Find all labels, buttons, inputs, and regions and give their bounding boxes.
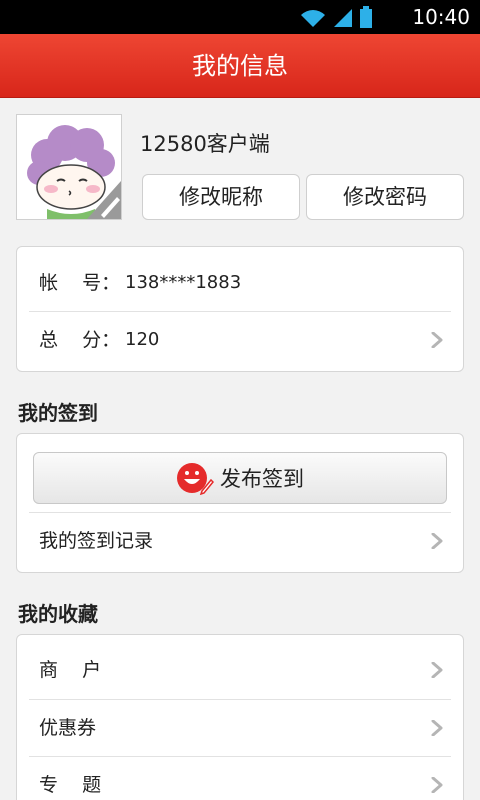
edit-password-button[interactable]: 修改密码: [306, 174, 464, 220]
chevron-right-icon: [431, 777, 443, 793]
profile-section: 12580客户端 修改昵称 修改密码: [16, 114, 464, 222]
wifi-icon: [301, 10, 325, 27]
checkin-records-label: 我的签到记录: [39, 530, 154, 552]
favorite-item-topic[interactable]: 专 题: [17, 756, 463, 800]
page-title: 我的信息: [192, 52, 288, 80]
chevron-right-icon: [431, 533, 443, 549]
signal-icon: [334, 9, 352, 27]
avatar[interactable]: [16, 114, 122, 220]
edit-nickname-button[interactable]: 修改昵称: [142, 174, 300, 220]
favorite-item-label: 优惠券: [39, 717, 97, 739]
favorites-card: 商 户 优惠券 专 题: [16, 634, 464, 800]
status-time: 10:40: [412, 5, 470, 29]
account-card: 帐 号： 138****1883 总 分： 120: [16, 246, 464, 372]
score-value: 120: [125, 329, 160, 350]
chevron-right-icon: [431, 332, 443, 348]
status-bar: 10:40: [0, 0, 480, 34]
battery-icon: [360, 6, 372, 28]
checkin-card: 发布签到 我的签到记录: [16, 433, 464, 573]
publish-checkin-button[interactable]: 发布签到: [33, 452, 447, 504]
favorite-item-coupon[interactable]: 优惠券: [17, 699, 463, 757]
avatar-illustration-icon: [17, 115, 121, 219]
username: 12580客户端: [140, 132, 270, 156]
title-bar: 我的信息: [0, 34, 480, 98]
account-value: 138****1883: [125, 272, 242, 293]
favorite-item-merchant[interactable]: 商 户: [17, 641, 463, 699]
account-row: 帐 号： 138****1883: [17, 254, 463, 312]
favorite-item-label: 商 户: [39, 659, 102, 681]
chevron-right-icon: [431, 662, 443, 678]
checkin-section-title: 我的签到: [18, 401, 98, 425]
smiley-pencil-icon: [177, 463, 214, 495]
publish-checkin-label: 发布签到: [220, 467, 304, 491]
favorites-section-title: 我的收藏: [18, 602, 98, 626]
score-label: 总 分：: [39, 329, 121, 351]
score-row[interactable]: 总 分： 120: [17, 311, 463, 369]
account-label: 帐 号：: [39, 272, 121, 294]
status-icons: [300, 6, 372, 28]
favorite-item-label: 专 题: [39, 774, 102, 796]
checkin-records-row[interactable]: 我的签到记录: [17, 512, 463, 570]
chevron-right-icon: [431, 720, 443, 736]
